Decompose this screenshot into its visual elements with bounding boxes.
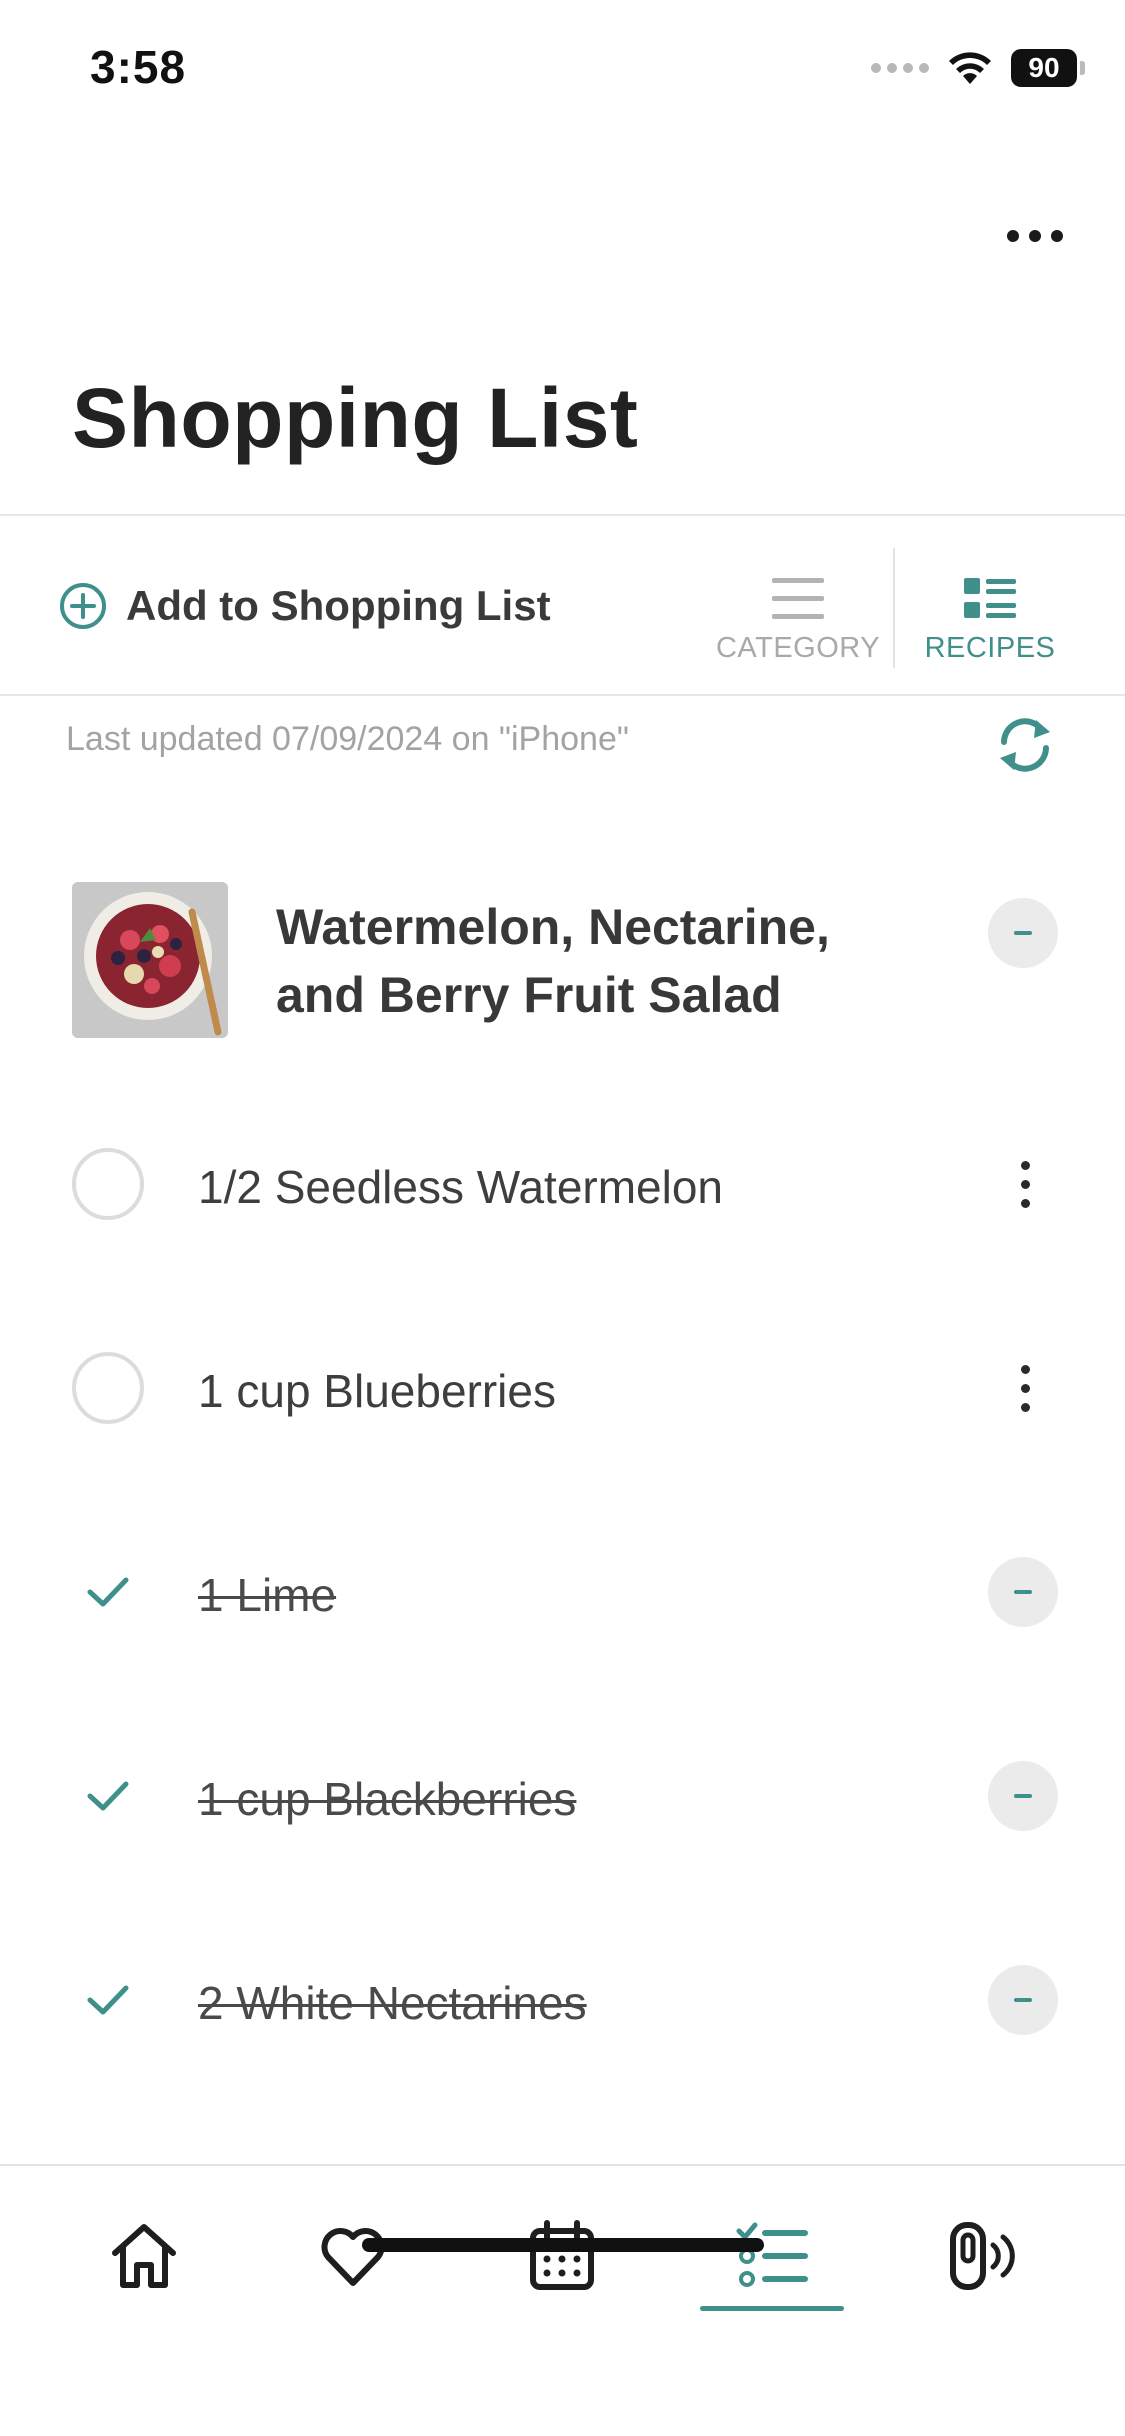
more-options-button[interactable] (985, 200, 1085, 272)
item-checkbox[interactable] (72, 1352, 144, 1424)
shopping-list-screen: 3:58 90 Shopping List Add to Shopping Li… (0, 0, 1125, 2436)
recipe-thumbnail[interactable] (72, 882, 228, 1038)
device-icon (950, 2222, 1015, 2290)
item-label: 2 White Nectarines (198, 1977, 587, 2029)
item-more-options-icon[interactable] (1000, 1146, 1050, 1222)
list-item: 1/2 Seedless Watermelon (0, 1124, 1125, 1244)
remove-recipe-button[interactable] (988, 898, 1058, 968)
checkmark-icon (87, 1985, 129, 2015)
active-tab-indicator (700, 2306, 844, 2311)
item-label: 1/2 Seedless Watermelon (198, 1161, 724, 1213)
page-title: Shopping List (72, 371, 639, 465)
battery-level: 90 (1028, 52, 1060, 83)
add-circle-icon (60, 583, 106, 629)
fruit-salad-bowl-image (72, 882, 228, 1038)
add-to-shopping-list-button[interactable]: Add to Shopping List (58, 576, 551, 636)
status-indicators: 90 (871, 46, 1085, 90)
list-toolbar: Add to Shopping List CATEGORY RECIPES (0, 514, 1125, 696)
heart-icon (321, 2228, 385, 2286)
home-indicator[interactable] (362, 2238, 764, 2252)
tab-home[interactable] (84, 2206, 204, 2306)
last-updated-text: Last updated 07/09/2024 on "iPhone" (66, 720, 629, 758)
list-item: 2 White Nectarines (0, 1940, 1125, 2060)
toolbar-divider (893, 548, 895, 668)
tab-calendar[interactable] (502, 2206, 622, 2306)
item-checkbox[interactable] (72, 1148, 144, 1220)
item-checkbox[interactable] (72, 1964, 144, 2036)
status-bar: 3:58 90 (0, 0, 1125, 140)
category-view-toggle[interactable]: CATEGORY (715, 576, 881, 665)
unchecked-circle-icon (72, 1352, 144, 1424)
list-item: 1 cup Blueberries (0, 1328, 1125, 1448)
item-more-options-icon[interactable] (1000, 1350, 1050, 1426)
calendar-icon (530, 2220, 594, 2290)
list-item: 1 cup Blackberries (0, 1736, 1125, 1856)
item-label: 1 cup Blueberries (198, 1365, 556, 1417)
unchecked-circle-icon (72, 1148, 144, 1220)
remove-item-button[interactable] (988, 1557, 1058, 1627)
battery-icon: 90 (1011, 49, 1085, 87)
item-checkbox[interactable] (72, 1556, 144, 1628)
add-to-shopping-list-label: Add to Shopping List (126, 582, 551, 629)
recipe-title[interactable]: Watermelon, Nectarine, and Berry Fruit S… (276, 893, 896, 1029)
item-label: 1 Lime (198, 1569, 337, 1621)
tab-favorites[interactable] (293, 2206, 413, 2306)
tab-shopping-list[interactable] (712, 2206, 832, 2306)
category-toggle-label: CATEGORY (715, 632, 881, 664)
cellular-signal-icon (871, 63, 929, 73)
home-icon (112, 2224, 176, 2288)
checklist-icon (736, 2222, 808, 2287)
remove-item-button[interactable] (988, 1761, 1058, 1831)
item-checkbox[interactable] (72, 1760, 144, 1832)
remove-item-button[interactable] (988, 1965, 1058, 2035)
recipes-view-toggle[interactable]: RECIPES (924, 576, 1056, 665)
recipes-toggle-label: RECIPES (924, 632, 1056, 664)
tab-device[interactable] (922, 2206, 1042, 2306)
recipes-list-icon (964, 578, 1016, 618)
sync-refresh-icon[interactable] (990, 710, 1060, 780)
checkmark-icon (87, 1781, 129, 1811)
list-lines-icon (772, 578, 824, 619)
bottom-tab-bar (0, 2164, 1125, 2436)
wifi-icon (949, 52, 991, 84)
list-item: 1 Lime (0, 1532, 1125, 1652)
checkmark-icon (87, 1577, 129, 1607)
status-time: 3:58 (90, 41, 187, 93)
item-label: 1 cup Blackberries (198, 1773, 577, 1825)
